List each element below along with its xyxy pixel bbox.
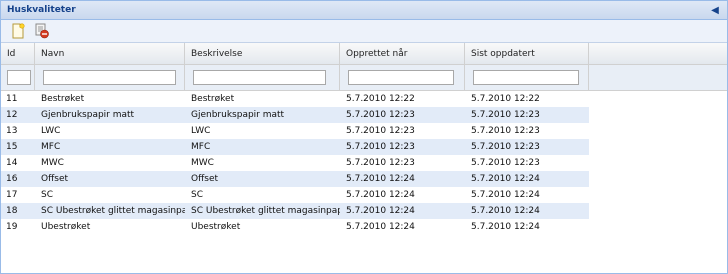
cell-id: 19: [6, 222, 18, 232]
filter-id-input[interactable]: [7, 70, 31, 85]
cell-navn: SC Ubestrøket glittet magasinpapir: [41, 206, 185, 216]
filter-cell-navn: [35, 65, 185, 90]
cell-id: 14: [6, 158, 18, 168]
cell-navn: SC: [41, 190, 53, 200]
cell-opprettet: 5.7.2010 12:24: [346, 206, 415, 216]
cell-navn: Offset: [41, 174, 69, 184]
cell-sist-oppdatert: 5.7.2010 12:22: [471, 94, 540, 104]
delete-icon: [35, 23, 49, 39]
table-row[interactable]: 14 MWC MWC 5.7.2010 12:23 5.7.2010 12:23: [1, 155, 589, 171]
filter-cell-opprettet: [340, 65, 465, 90]
cell-opprettet: 5.7.2010 12:23: [346, 142, 415, 152]
cell-beskrivelse: LWC: [191, 126, 211, 136]
filter-row: [1, 65, 727, 91]
cell-opprettet: 5.7.2010 12:22: [346, 94, 415, 104]
cell-navn: Ubestrøket: [41, 222, 91, 232]
grid-body: 11 Bestrøket Bestrøket 5.7.2010 12:22 5.…: [1, 91, 727, 235]
filter-beskrivelse-input[interactable]: [193, 70, 326, 85]
table-row[interactable]: 12 Gjenbrukspapir matt Gjenbrukspapir ma…: [1, 107, 589, 123]
cell-beskrivelse: SC: [191, 190, 203, 200]
delete-button[interactable]: [33, 22, 51, 40]
column-header-id[interactable]: Id: [1, 43, 35, 64]
cell-id: 17: [6, 190, 18, 200]
table-row[interactable]: 17 SC SC 5.7.2010 12:24 5.7.2010 12:24: [1, 187, 589, 203]
cell-sist-oppdatert: 5.7.2010 12:24: [471, 174, 540, 184]
cell-opprettet: 5.7.2010 12:23: [346, 126, 415, 136]
huskvaliteter-panel: Huskvaliteter ◀ Id Navn Beskrivelse Oppr…: [0, 0, 728, 274]
cell-opprettet: 5.7.2010 12:23: [346, 110, 415, 120]
table-row[interactable]: 18 SC Ubestrøket glittet magasinpapir SC…: [1, 203, 589, 219]
cell-id: 12: [6, 110, 18, 120]
add-button[interactable]: [9, 22, 27, 40]
table-row[interactable]: 15 MFC MFC 5.7.2010 12:23 5.7.2010 12:23: [1, 139, 589, 155]
cell-sist-oppdatert: 5.7.2010 12:24: [471, 190, 540, 200]
cell-navn: MFC: [41, 142, 61, 152]
new-document-icon: [12, 23, 25, 39]
cell-sist-oppdatert: 5.7.2010 12:23: [471, 110, 540, 120]
cell-sist-oppdatert: 5.7.2010 12:23: [471, 142, 540, 152]
cell-beskrivelse: MWC: [191, 158, 214, 168]
filter-cell-id: [1, 65, 35, 90]
toolbar: [1, 20, 727, 43]
cell-navn: Bestrøket: [41, 94, 85, 104]
cell-sist-oppdatert: 5.7.2010 12:23: [471, 126, 540, 136]
collapse-left-icon[interactable]: ◀: [709, 1, 721, 20]
cell-beskrivelse: Bestrøket: [191, 94, 235, 104]
filter-cell-sist-oppdatert: [465, 65, 589, 90]
cell-navn: LWC: [41, 126, 61, 136]
column-header-opprettet[interactable]: Opprettet når: [340, 43, 465, 64]
cell-opprettet: 5.7.2010 12:24: [346, 190, 415, 200]
cell-opprettet: 5.7.2010 12:23: [346, 158, 415, 168]
cell-beskrivelse: SC Ubestrøket glittet magasinpapir: [191, 206, 340, 216]
cell-sist-oppdatert: 5.7.2010 12:24: [471, 222, 540, 232]
table-row[interactable]: 19 Ubestrøket Ubestrøket 5.7.2010 12:24 …: [1, 219, 589, 235]
cell-beskrivelse: Gjenbrukspapir matt: [191, 110, 285, 120]
cell-beskrivelse: MFC: [191, 142, 211, 152]
grid-header: Id Navn Beskrivelse Opprettet når Sist o…: [1, 43, 727, 65]
cell-id: 16: [6, 174, 18, 184]
panel-header: Huskvaliteter ◀: [1, 1, 727, 20]
cell-id: 15: [6, 142, 18, 152]
cell-id: 11: [6, 94, 18, 104]
cell-sist-oppdatert: 5.7.2010 12:23: [471, 158, 540, 168]
table-row[interactable]: 13 LWC LWC 5.7.2010 12:23 5.7.2010 12:23: [1, 123, 589, 139]
cell-id: 18: [6, 206, 18, 216]
cell-beskrivelse: Ubestrøket: [191, 222, 241, 232]
cell-navn: Gjenbrukspapir matt: [41, 110, 135, 120]
filter-opprettet-input[interactable]: [348, 70, 454, 85]
column-header-beskrivelse[interactable]: Beskrivelse: [185, 43, 340, 64]
cell-opprettet: 5.7.2010 12:24: [346, 174, 415, 184]
cell-opprettet: 5.7.2010 12:24: [346, 222, 415, 232]
table-row[interactable]: 16 Offset Offset 5.7.2010 12:24 5.7.2010…: [1, 171, 589, 187]
filter-navn-input[interactable]: [43, 70, 176, 85]
filter-sist-input[interactable]: [473, 70, 579, 85]
column-header-sist-oppdatert[interactable]: Sist oppdatert: [465, 43, 589, 64]
cell-navn: MWC: [41, 158, 64, 168]
table-row[interactable]: 11 Bestrøket Bestrøket 5.7.2010 12:22 5.…: [1, 91, 589, 107]
cell-id: 13: [6, 126, 18, 136]
cell-beskrivelse: Offset: [191, 174, 219, 184]
column-header-navn[interactable]: Navn: [35, 43, 185, 64]
cell-sist-oppdatert: 5.7.2010 12:24: [471, 206, 540, 216]
filter-cell-beskrivelse: [185, 65, 340, 90]
panel-title: Huskvaliteter: [7, 5, 76, 15]
